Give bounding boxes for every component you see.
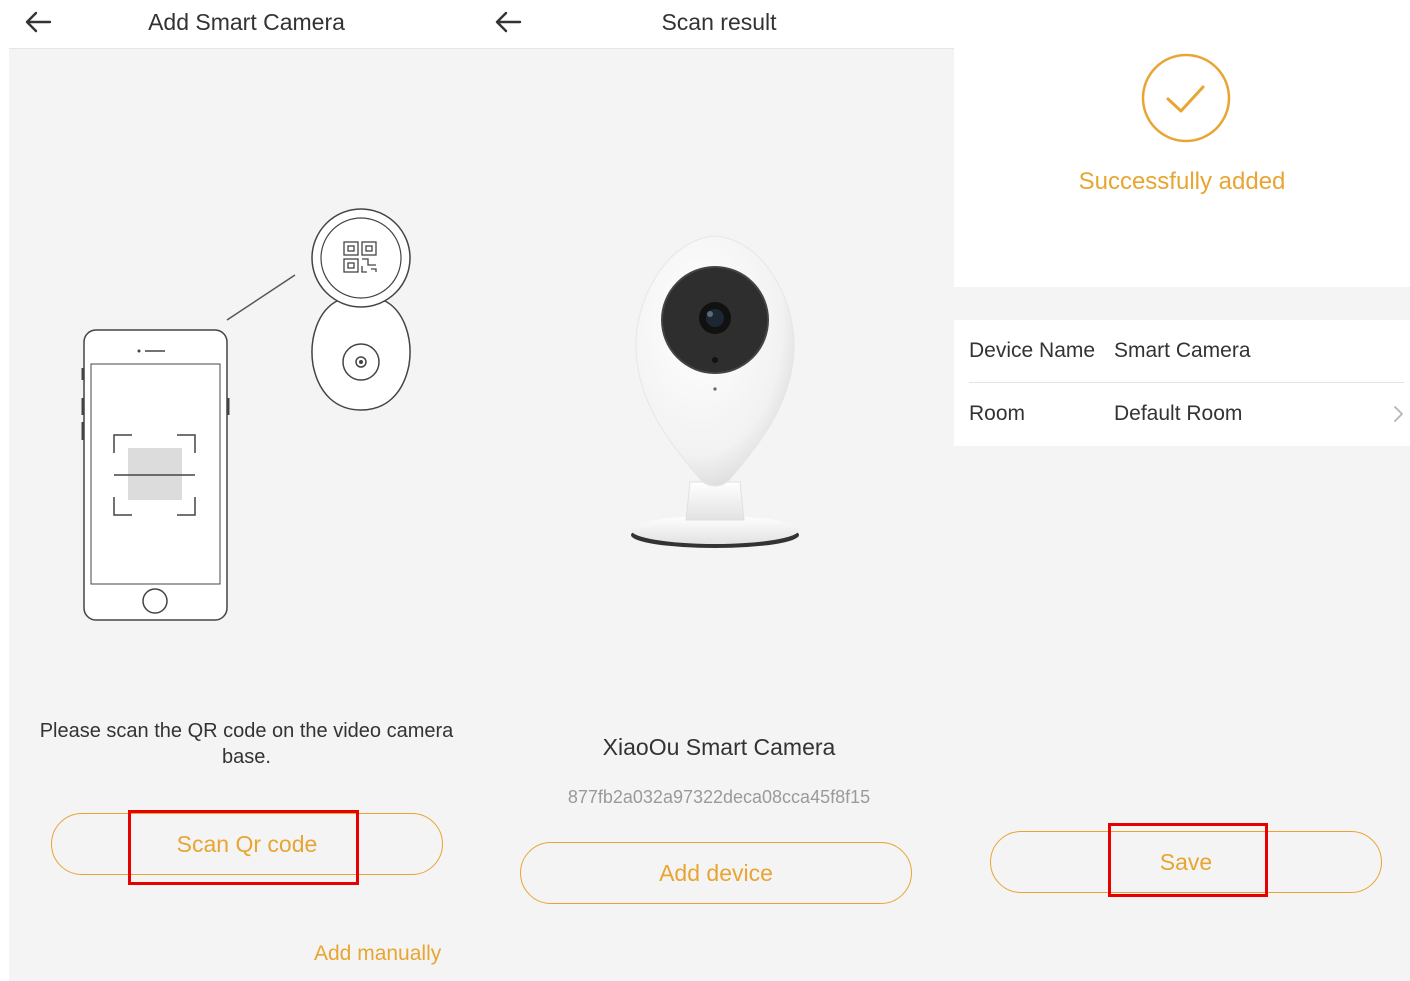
success-screen: Successfully added Device Name Smart Cam…	[954, 0, 1410, 981]
camera-base-outline	[311, 299, 411, 411]
qr-code-icon-circle	[311, 208, 411, 308]
device-info-list: Device Name Smart Camera Room Default Ro…	[954, 320, 1410, 446]
scan-qr-code-button[interactable]: Scan Qr code	[51, 813, 443, 875]
device-model-name: XiaoOu Smart Camera	[602, 734, 836, 760]
success-message: Successfully added	[1078, 168, 1286, 195]
camera-product-image	[631, 235, 799, 548]
device-name-value: Smart Camera	[1114, 339, 1251, 362]
scan-instruction: Please scan the QR code on the video cam…	[39, 720, 454, 768]
save-button[interactable]: Save	[990, 831, 1382, 893]
header: Scan result	[484, 0, 954, 49]
device-id: 877fb2a032a97322deca08cca45f8f15	[567, 787, 871, 807]
add-device-button[interactable]: Add device	[520, 842, 912, 904]
success-header: Successfully added	[954, 0, 1410, 287]
room-value: Default Room	[1114, 402, 1243, 425]
device-name-row[interactable]: Device Name Smart Camera	[969, 320, 1404, 383]
scan-qr-illustration	[81, 208, 411, 621]
chevron-right-icon	[1394, 406, 1403, 422]
device-name-label: Device Name	[969, 339, 1096, 362]
room-label: Room	[969, 402, 1026, 425]
add-smart-camera-screen: Add Smart Camera Please scan the QR code…	[9, 0, 484, 981]
room-row[interactable]: Room Default Room	[969, 383, 1404, 445]
scan-result-screen: Scan result XiaoOu Smart Camera 877fb2a0…	[484, 0, 954, 981]
add-manually-link[interactable]: Add manually	[314, 942, 441, 966]
page-title: Scan result	[661, 9, 777, 35]
header: Add Smart Camera	[9, 0, 484, 49]
page-title: Add Smart Camera	[148, 9, 345, 35]
check-circle-icon	[1141, 53, 1231, 143]
